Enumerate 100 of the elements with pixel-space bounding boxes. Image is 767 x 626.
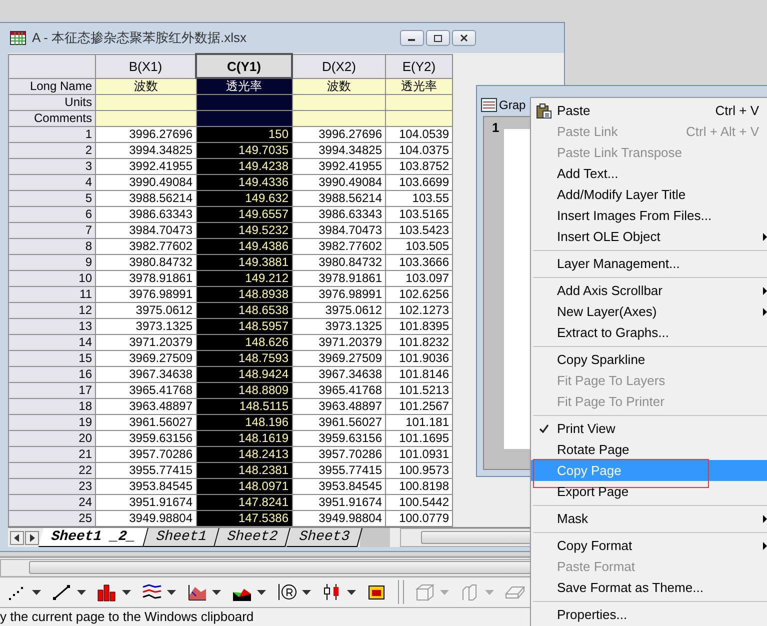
table-cell: 3976.98991 [292, 286, 386, 302]
table-cell: 103.505 [386, 238, 452, 254]
bar-chart-icon[interactable] [96, 582, 118, 602]
table-cell: 148.9424 [196, 366, 292, 382]
row-number: 15 [8, 350, 96, 366]
row-number: 2 [8, 142, 96, 158]
table-cell: 3992.41955 [292, 158, 386, 174]
table-cell: 101.1695 [386, 430, 452, 446]
table-cell: 3990.49084 [96, 174, 196, 190]
table-cell: 3965.41768 [96, 382, 196, 398]
column-header[interactable]: B(X1) [96, 54, 196, 78]
sheet-tab[interactable]: Sheet3 [286, 528, 363, 547]
table-cell: 3967.34638 [96, 366, 196, 382]
table-cell: 3951.91674 [96, 494, 196, 510]
column-header[interactable]: D(X2) [292, 54, 386, 78]
menu-item[interactable]: Rotate Page [531, 439, 767, 460]
table-cell: 149.632 [196, 190, 292, 206]
table-cell: 148.196 [196, 414, 292, 430]
table-cell: 101.8146 [386, 366, 452, 382]
caret-icon[interactable] [257, 590, 266, 595]
caret-icon[interactable] [302, 590, 311, 595]
sheet-tab[interactable]: Sheet1 [143, 528, 220, 547]
restore-button[interactable] [426, 30, 450, 46]
cube-3d-icon[interactable] [414, 582, 436, 602]
menu-item[interactable]: Add Axis Scrollbar [531, 280, 767, 301]
scroll-left-icon[interactable] [10, 530, 24, 544]
menu-item[interactable]: New Layer(Axes) [531, 301, 767, 322]
row-number: 5 [8, 190, 96, 206]
restore-icon [433, 34, 443, 42]
sheet-tab[interactable]: Sheet2 [214, 528, 292, 547]
table-cell: 148.7593 [196, 350, 292, 366]
table-cell: 149.4386 [196, 238, 292, 254]
table-cell: 3978.91861 [96, 270, 196, 286]
table-cell: 103.5423 [386, 222, 452, 238]
table-cell: 3980.84732 [96, 254, 196, 270]
table-cell: 3969.27509 [292, 350, 386, 366]
table-cell: 3996.27696 [292, 126, 386, 142]
column-header[interactable]: C(Y1) [196, 54, 292, 78]
menu-item[interactable]: Layer Management... [531, 253, 767, 274]
status-text: y the current page to the Windows clipboard [0, 609, 254, 624]
line-plot-icon[interactable] [51, 582, 73, 602]
caret-icon[interactable] [77, 590, 86, 595]
table-cell: 104.0375 [386, 142, 452, 158]
row-number: 7 [8, 222, 96, 238]
table-cell: 3996.27696 [96, 126, 196, 142]
menu-item[interactable]: Print View [531, 418, 767, 439]
menu-item[interactable]: Export Page [531, 481, 767, 502]
table-cell: 103.3666 [386, 254, 452, 270]
table-cell: 147.5386 [196, 510, 292, 526]
table-cell: 100.5442 [386, 494, 452, 510]
table-cell: 103.097 [386, 270, 452, 286]
table-cell: 100.9573 [386, 462, 452, 478]
menu-item[interactable]: Copy Format [531, 535, 767, 556]
caret-icon[interactable] [32, 590, 41, 595]
menu-item[interactable]: Mask [531, 508, 767, 529]
caret-icon[interactable] [212, 590, 221, 595]
column-header[interactable]: E(Y2) [386, 54, 452, 78]
sheet-tab[interactable]: Sheet1 _2_ [38, 528, 149, 547]
table-cell: 103.8752 [386, 158, 452, 174]
table-cell: 3990.49084 [292, 174, 386, 190]
row-label: Long Name [8, 78, 96, 94]
row-number: 23 [8, 478, 96, 494]
row-number: 8 [8, 238, 96, 254]
table-cell: 3984.70473 [292, 222, 386, 238]
table-cell: 104.0539 [386, 126, 452, 142]
menu-item[interactable]: Add/Modify Layer Title [531, 184, 767, 205]
table-cell: 148.0971 [196, 478, 292, 494]
caret-icon[interactable] [167, 590, 176, 595]
row-number: 12 [8, 302, 96, 318]
row-number: 21 [8, 446, 96, 462]
table-cell: 3967.34638 [292, 366, 386, 382]
row-number: 19 [8, 414, 96, 430]
table-cell: 148.8938 [196, 286, 292, 302]
caret-icon[interactable] [347, 590, 356, 595]
table-cell: 102.6256 [386, 286, 452, 302]
menu-item[interactable]: Insert Images From Files... [531, 205, 767, 226]
menu-item[interactable]: Properties... [531, 604, 767, 625]
row-number: 25 [8, 510, 96, 526]
scroll-right-icon[interactable] [25, 530, 39, 544]
menu-item[interactable]: Add Text... [531, 163, 767, 184]
table-cell: 波数 [96, 78, 196, 94]
close-button[interactable] [452, 30, 476, 46]
menu-item[interactable]: Save Format as Theme... [531, 577, 767, 598]
table-cell: 3975.0612 [96, 302, 196, 318]
caret-icon[interactable] [122, 590, 131, 595]
graph-icon [481, 98, 497, 112]
minimize-button[interactable] [400, 30, 424, 46]
menu-item[interactable]: Insert OLE Object [531, 226, 767, 247]
table-cell: 3973.1325 [292, 318, 386, 334]
table-cell: 3994.34825 [96, 142, 196, 158]
table-cell: 3986.63343 [292, 206, 386, 222]
table-cell: 148.8809 [196, 382, 292, 398]
row-number: 18 [8, 398, 96, 414]
menu-item[interactable]: Extract to Graphs... [531, 322, 767, 343]
table-cell: 3980.84732 [292, 254, 386, 270]
area-plot-icon[interactable] [186, 582, 208, 602]
row-number: 24 [8, 494, 96, 510]
menu-item[interactable]: Copy Sparkline [531, 349, 767, 370]
menu-item[interactable]: Paste Ctrl + V [531, 100, 767, 121]
layer-number: 1 [492, 120, 500, 135]
